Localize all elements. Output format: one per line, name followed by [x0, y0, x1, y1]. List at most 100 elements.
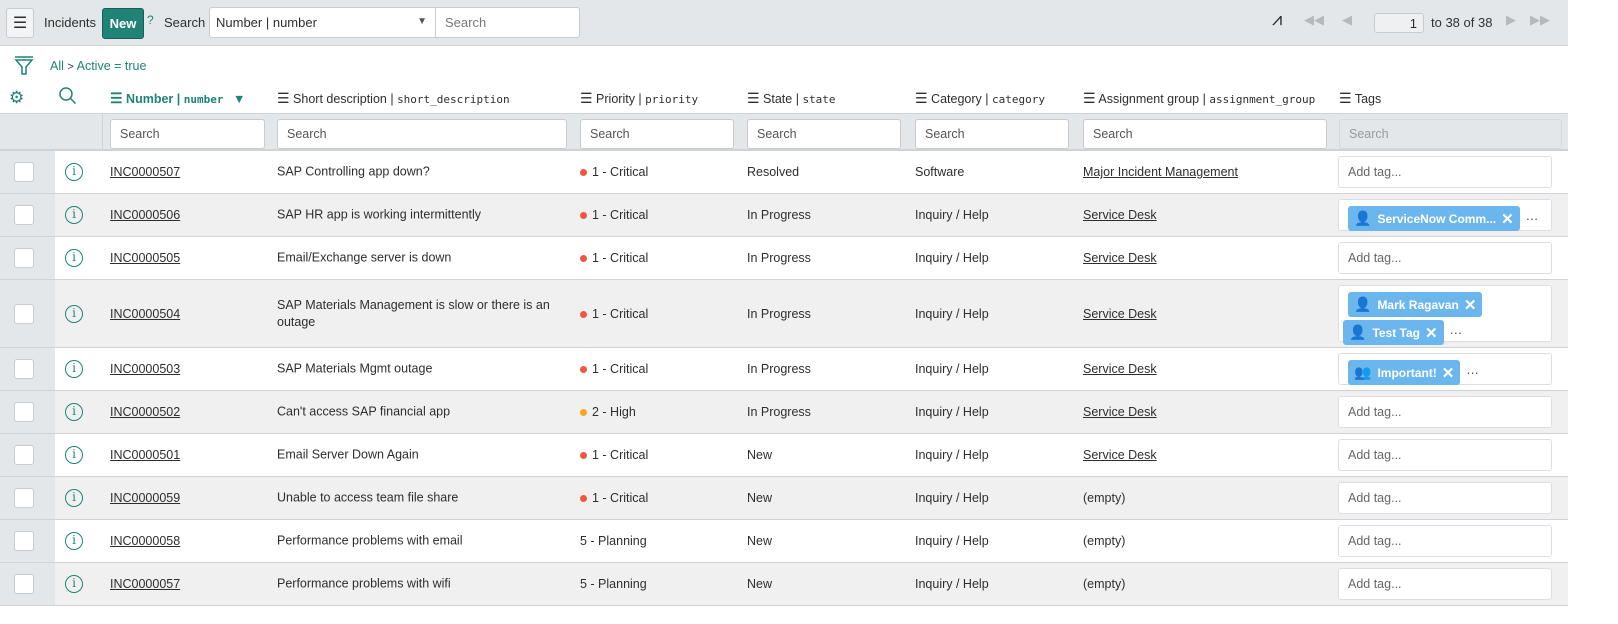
row-checkbox[interactable] [14, 574, 34, 594]
more-icon[interactable]: ··· [1450, 326, 1463, 340]
info-icon[interactable]: i [65, 575, 83, 593]
close-icon[interactable]: ✕ [1464, 296, 1477, 314]
tag-chip[interactable]: 👤 Mark Ragavan ✕ [1348, 292, 1483, 317]
close-icon[interactable]: ✕ [1501, 210, 1514, 228]
tags-cell[interactable]: 👥 Important! ✕ ··· [1338, 353, 1552, 385]
row-checkbox[interactable] [14, 303, 34, 324]
new-button[interactable]: New [102, 8, 144, 39]
column-menu-icon[interactable]: ☰ [747, 90, 760, 106]
info-icon[interactable]: i [65, 489, 83, 507]
incident-number-link[interactable]: INC0000506 [110, 208, 180, 222]
menu-button[interactable]: ☰ [6, 8, 34, 38]
row-checkbox[interactable] [14, 445, 34, 465]
add-tag-input[interactable]: Add tag... [1348, 165, 1402, 179]
info-icon[interactable]: i [65, 163, 83, 181]
column-search-input[interactable]: Search [580, 119, 734, 149]
assignment-group[interactable]: Service Desk [1083, 362, 1157, 376]
column-header-short_description[interactable]: ☰ Short description | short_description [277, 90, 510, 107]
column-search-input[interactable]: Search [747, 119, 901, 149]
incident-number-link[interactable]: INC0000505 [110, 251, 180, 265]
tag-chip[interactable]: 👥 Important! ✕ [1348, 360, 1461, 385]
column-search-input[interactable]: Search [277, 119, 567, 149]
row-checkbox[interactable] [14, 248, 34, 268]
info-icon[interactable]: i [65, 206, 83, 224]
column-header-number[interactable]: ☰ Number | number ▼ [110, 90, 245, 107]
last-page-icon[interactable]: ▶▶ [1530, 12, 1550, 28]
first-page-icon[interactable]: ◀◀ [1304, 12, 1324, 28]
assignment-group[interactable]: Service Desk [1083, 251, 1157, 265]
prev-page-icon[interactable]: ◀ [1342, 12, 1352, 28]
column-menu-icon[interactable]: ☰ [110, 90, 123, 106]
column-menu-icon[interactable]: ☰ [915, 90, 928, 106]
column-search-input[interactable]: Search [110, 119, 265, 149]
add-tag-input[interactable]: Add tag... [1348, 577, 1402, 591]
add-tag-input[interactable]: Add tag... [1348, 534, 1402, 548]
row-checkbox[interactable] [14, 488, 34, 508]
incident-number-link[interactable]: INC0000507 [110, 165, 180, 179]
column-header-tags[interactable]: ☰ Tags [1339, 90, 1381, 107]
incident-number-link[interactable]: INC0000501 [110, 448, 180, 462]
column-menu-icon[interactable]: ☰ [277, 90, 290, 106]
column-header-priority[interactable]: ☰ Priority | priority [580, 90, 698, 107]
info-icon[interactable]: i [65, 304, 83, 323]
assignment-group[interactable]: Service Desk [1083, 307, 1157, 321]
breadcrumb-filter[interactable]: Active = true [77, 59, 147, 73]
tags-cell[interactable]: 👤 Mark Ragavan ✕ 👤 Test Tag ✕ ··· [1338, 285, 1552, 345]
next-page-icon[interactable]: ▶ [1506, 12, 1516, 28]
tags-cell[interactable]: Add tag... [1338, 525, 1552, 557]
info-icon[interactable]: i [65, 403, 83, 421]
column-menu-icon[interactable]: ☰ [1083, 90, 1096, 106]
column-header-category[interactable]: ☰ Category | category [915, 90, 1045, 107]
tags-cell[interactable]: 👤 ServiceNow Comm... ✕ ··· [1338, 199, 1552, 231]
tags-cell[interactable]: Add tag... [1338, 242, 1552, 274]
column-menu-icon[interactable]: ☰ [1339, 90, 1352, 106]
tag-chip[interactable]: 👤 ServiceNow Comm... ✕ [1348, 206, 1520, 231]
search-input[interactable]: Search [435, 7, 580, 38]
breadcrumb-all[interactable]: All [50, 59, 64, 73]
assignment-group[interactable]: Major Incident Management [1083, 165, 1238, 179]
column-search-input[interactable]: Search [1083, 119, 1327, 149]
page-input[interactable]: 1 [1374, 13, 1424, 33]
row-checkbox[interactable] [14, 531, 34, 551]
add-tag-input[interactable]: Add tag... [1348, 405, 1402, 419]
incident-number-link[interactable]: INC0000504 [110, 307, 180, 321]
tags-cell[interactable]: Add tag... [1338, 396, 1552, 428]
column-menu-icon[interactable]: ☰ [580, 90, 593, 106]
close-icon[interactable]: ✕ [1442, 364, 1455, 382]
more-icon[interactable]: ··· [1466, 366, 1479, 380]
row-checkbox[interactable] [14, 359, 34, 379]
incident-number-link[interactable]: INC0000059 [110, 491, 180, 505]
column-header-assignment_group[interactable]: ☰ Assignment group | assignment_group [1083, 90, 1315, 107]
tags-cell[interactable]: Add tag... [1338, 439, 1552, 471]
close-icon[interactable]: ✕ [1425, 324, 1438, 342]
row-checkbox[interactable] [14, 162, 34, 182]
tags-cell[interactable]: Add tag... [1338, 568, 1552, 600]
info-icon[interactable]: i [65, 360, 83, 378]
filter-icon[interactable] [14, 55, 34, 80]
info-icon[interactable]: i [65, 249, 83, 267]
gear-icon[interactable]: ⚙ [9, 88, 24, 108]
row-checkbox[interactable] [14, 402, 34, 422]
assignment-group[interactable]: Service Desk [1083, 448, 1157, 462]
column-search-input[interactable]: Search [915, 119, 1069, 149]
add-tag-input[interactable]: Add tag... [1348, 491, 1402, 505]
more-icon[interactable]: ··· [1526, 212, 1539, 226]
column-search-input[interactable]: Search [1339, 119, 1562, 149]
help-link[interactable]: ? [147, 13, 154, 27]
add-tag-input[interactable]: Add tag... [1348, 448, 1402, 462]
incident-number-link[interactable]: INC0000057 [110, 577, 180, 591]
incident-number-link[interactable]: INC0000502 [110, 405, 180, 419]
tags-cell[interactable]: Add tag... [1338, 156, 1552, 188]
sort-desc-icon[interactable]: ▼ [233, 92, 245, 106]
row-checkbox[interactable] [14, 205, 34, 225]
info-icon[interactable]: i [65, 532, 83, 550]
assignment-group[interactable]: Service Desk [1083, 208, 1157, 222]
tag-chip[interactable]: 👤 Test Tag ✕ [1343, 320, 1444, 345]
activity-icon[interactable]: ⩘ [1272, 9, 1282, 30]
column-header-state[interactable]: ☰ State | state [747, 90, 836, 107]
incident-number-link[interactable]: INC0000503 [110, 362, 180, 376]
tags-cell[interactable]: Add tag... [1338, 482, 1552, 514]
assignment-group[interactable]: Service Desk [1083, 405, 1157, 419]
incident-number-link[interactable]: INC0000058 [110, 534, 180, 548]
info-icon[interactable]: i [65, 446, 83, 464]
